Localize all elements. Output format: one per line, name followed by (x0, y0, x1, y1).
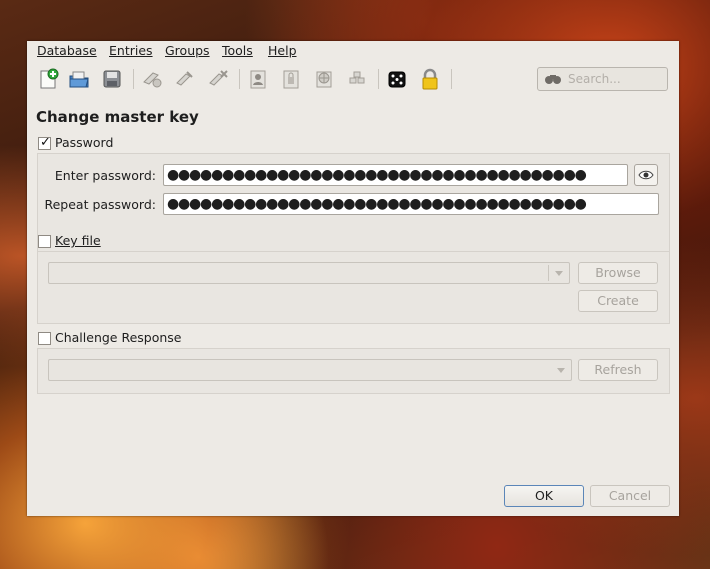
open-database-icon[interactable] (66, 66, 92, 92)
menu-groups-label: Groups (165, 43, 210, 58)
password-group: Enter password: ●●●●●●●●●●●●●●●●●●●●●●●●… (37, 153, 670, 260)
toolbar-separator (133, 69, 134, 89)
challenge-response-group: Refresh (37, 348, 670, 394)
toolbar-separator (378, 69, 379, 89)
menu-help[interactable]: Help (268, 43, 297, 58)
toolbar (27, 61, 679, 95)
challenge-response-checkbox-label: Challenge Response (55, 330, 182, 345)
key-file-group: Browse Create (37, 251, 670, 324)
browse-button[interactable]: Browse (578, 262, 658, 284)
search-box[interactable] (537, 67, 668, 91)
chevron-down-icon (557, 368, 565, 373)
refresh-button[interactable]: Refresh (578, 359, 658, 381)
change-master-key-window: Database Entries Groups Tools Help Searc… (27, 41, 679, 516)
toolbar-separator (451, 69, 452, 89)
toggle-password-visibility-button[interactable] (634, 164, 658, 186)
open-url-icon[interactable] (311, 66, 337, 92)
page-title: Change master key (36, 108, 199, 126)
enter-password-label: Enter password: (54, 168, 156, 183)
auto-type-icon[interactable] (344, 66, 370, 92)
menu-database[interactable]: Database (37, 43, 97, 58)
menu-tools-label: Tools (222, 43, 253, 58)
lock-database-icon[interactable] (417, 66, 443, 92)
menu-tools[interactable]: Tools (222, 43, 253, 58)
enter-password-field[interactable]: ●●●●●●●●●●●●●●●●●●●●●●●●●●●●●●●●●●●●●● (163, 164, 628, 186)
copy-username-icon[interactable] (245, 66, 271, 92)
new-database-icon[interactable] (35, 66, 61, 92)
create-button[interactable]: Create (578, 290, 658, 312)
combo-divider (548, 265, 549, 281)
menu-bar: Database Entries Groups Tools Help (27, 41, 679, 60)
search-input[interactable] (568, 71, 664, 87)
menu-help-label: Help (268, 43, 297, 58)
copy-password-icon[interactable] (278, 66, 304, 92)
add-entry-icon[interactable] (139, 66, 165, 92)
challenge-response-checkbox[interactable] (38, 332, 51, 345)
password-generator-icon[interactable] (384, 66, 410, 92)
password-checkbox-label: Password (55, 135, 114, 150)
password-checkbox[interactable] (38, 135, 51, 150)
toolbar-separator (239, 69, 240, 89)
challenge-response-combo[interactable] (48, 359, 572, 381)
menu-groups[interactable]: Groups (165, 43, 210, 58)
ok-button[interactable]: OK (504, 485, 584, 507)
repeat-password-field[interactable]: ●●●●●●●●●●●●●●●●●●●●●●●●●●●●●●●●●●●●●● (163, 193, 659, 215)
menu-entries[interactable]: Entries (109, 43, 153, 58)
key-file-checkbox[interactable] (38, 235, 51, 248)
key-file-label-text: Key file (55, 233, 101, 248)
menu-database-label: Database (37, 43, 97, 58)
delete-entry-icon[interactable] (205, 66, 231, 92)
save-database-icon[interactable] (99, 66, 125, 92)
edit-entry-icon[interactable] (172, 66, 198, 92)
binoculars-icon (545, 75, 561, 84)
cancel-button[interactable]: Cancel (590, 485, 670, 507)
repeat-password-label: Repeat password: (44, 197, 156, 212)
chevron-down-icon (555, 271, 563, 276)
eye-icon (638, 170, 654, 180)
key-file-checkbox-label: Key file (55, 233, 101, 248)
menu-entries-label: Entries (109, 43, 153, 58)
key-file-combo[interactable] (48, 262, 570, 284)
